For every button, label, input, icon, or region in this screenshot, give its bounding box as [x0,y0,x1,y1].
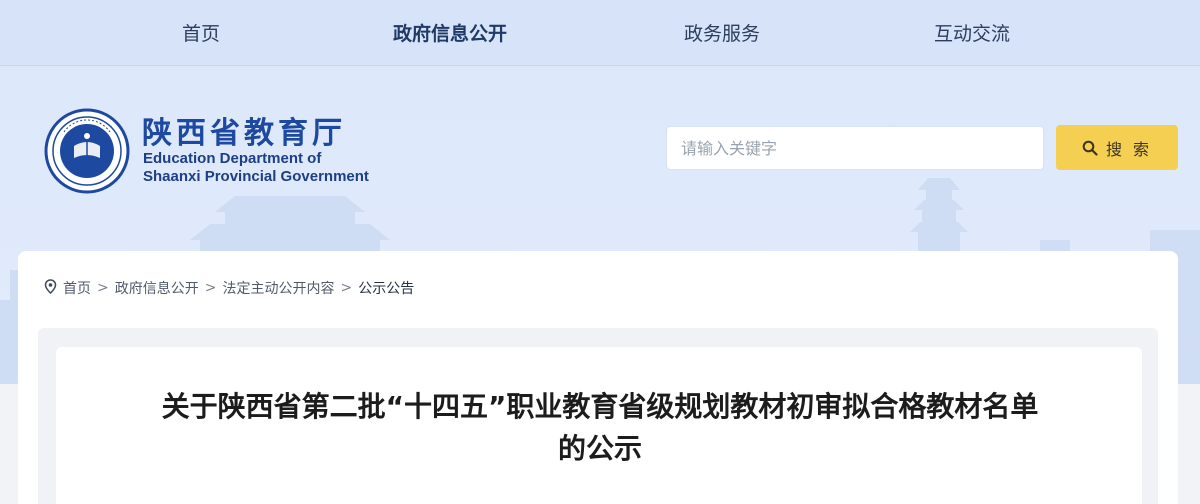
search-button-label: 搜 索 [1105,139,1153,159]
breadcrumb-separator: > [97,280,109,296]
brand-name-english-line2: Shaanxi Provincial Government [143,168,369,185]
breadcrumb-statutory-content[interactable]: 法定主动公开内容 [222,278,334,298]
nav-item-gov-info-public[interactable]: 政府信息公开 [393,20,507,48]
breadcrumb-announcements[interactable]: 公示公告 [358,278,414,298]
article-title-line1: 关于陕西省第二批“十四五”职业教育省级规划教材初审拟合格教材名单 [161,390,1039,423]
breadcrumb-home[interactable]: 首页 [63,278,91,298]
department-logo[interactable] [44,108,130,194]
top-navigation: 首页 政府信息公开 政务服务 互动交流 [0,0,1200,66]
breadcrumb-separator: > [340,280,353,296]
brand-name-chinese: 陕西省教育厅 [142,116,346,151]
breadcrumb-gov-info-public[interactable]: 政府信息公开 [115,278,199,298]
breadcrumb-separator: > [204,280,217,296]
article-title: 关于陕西省第二批“十四五”职业教育省级规划教材初审拟合格教材名单 的公示 [100,386,1100,470]
search-button[interactable]: 搜 索 [1056,125,1178,170]
nav-item-home[interactable]: 首页 [182,20,220,48]
search-icon [1082,140,1098,156]
nav-item-interaction[interactable]: 互动交流 [934,20,1010,48]
search-input[interactable] [666,126,1044,170]
nav-item-gov-services[interactable]: 政务服务 [684,20,760,48]
article-title-line2: 的公示 [557,432,642,465]
brand-name-english-line1: Education Department of [143,150,322,167]
location-pin-icon [44,278,57,298]
breadcrumb: 首页 > 政府信息公开 > 法定主动公开内容 > 公示公告 [44,277,414,299]
department-emblem-icon [44,108,130,194]
